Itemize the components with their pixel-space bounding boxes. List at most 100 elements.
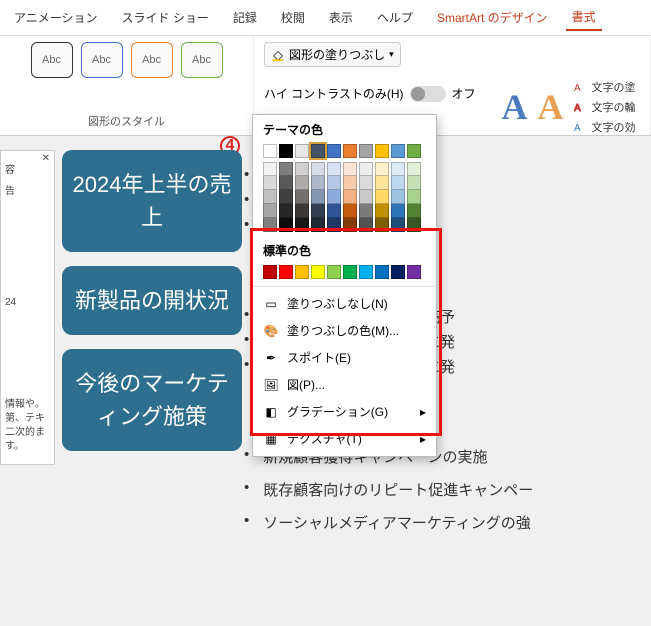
theme-swatch[interactable] bbox=[359, 144, 373, 158]
shade-swatch[interactable] bbox=[359, 176, 373, 190]
shade-swatch[interactable] bbox=[359, 204, 373, 218]
tab-slideshow[interactable]: スライド ショー bbox=[116, 5, 215, 30]
standard-swatch[interactable] bbox=[263, 265, 277, 279]
shade-swatch[interactable] bbox=[295, 218, 309, 232]
standard-swatch[interactable] bbox=[375, 265, 389, 279]
shade-swatch[interactable] bbox=[327, 162, 341, 176]
tab-record[interactable]: 記録 bbox=[227, 5, 263, 30]
shape-style-3[interactable]: Abc bbox=[131, 42, 173, 78]
gradient-item[interactable]: ◧グラデーション(G)▸ bbox=[253, 398, 436, 425]
shade-swatch[interactable] bbox=[375, 218, 389, 232]
shade-swatch[interactable] bbox=[375, 204, 389, 218]
tab-help[interactable]: ヘルプ bbox=[371, 5, 419, 30]
tab-animation[interactable]: アニメーション bbox=[8, 5, 104, 30]
smartart-item-1[interactable]: 2024年上半の売上 bbox=[62, 150, 242, 252]
smartart-item-3[interactable]: 今後のマーケティング施策 bbox=[62, 349, 242, 451]
text-outline-button[interactable]: A文字の輪 bbox=[574, 99, 636, 115]
shade-swatch[interactable] bbox=[343, 176, 357, 190]
shade-swatch[interactable] bbox=[327, 204, 341, 218]
wordart-style-a2[interactable]: A bbox=[538, 86, 564, 128]
theme-swatch[interactable] bbox=[343, 144, 357, 158]
shade-swatch[interactable] bbox=[279, 162, 293, 176]
shade-swatch[interactable] bbox=[359, 162, 373, 176]
picture-fill-item[interactable]: 🖼図(P)... bbox=[253, 371, 436, 398]
standard-swatch[interactable] bbox=[295, 265, 309, 279]
shade-swatch[interactable] bbox=[407, 190, 421, 204]
shade-swatch[interactable] bbox=[343, 162, 357, 176]
shade-swatch[interactable] bbox=[407, 162, 421, 176]
standard-swatch[interactable] bbox=[279, 265, 293, 279]
theme-swatch[interactable] bbox=[407, 144, 421, 158]
eyedropper-item[interactable]: ✒スポイト(E) bbox=[253, 344, 436, 371]
texture-item[interactable]: ▦テクスチャ(T)▸ bbox=[253, 425, 436, 452]
shade-swatch[interactable] bbox=[407, 218, 421, 232]
high-contrast-toggle[interactable] bbox=[410, 86, 446, 102]
shade-swatch[interactable] bbox=[263, 190, 277, 204]
shade-swatch[interactable] bbox=[263, 204, 277, 218]
shape-style-4[interactable]: Abc bbox=[181, 42, 223, 78]
tab-view[interactable]: 表示 bbox=[323, 5, 359, 30]
shade-swatch[interactable] bbox=[311, 176, 325, 190]
shade-swatch[interactable] bbox=[407, 204, 421, 218]
shade-swatch[interactable] bbox=[279, 204, 293, 218]
smartart-item-2[interactable]: 新製品の開状況 bbox=[62, 266, 242, 335]
wordart-style-a1[interactable]: A bbox=[502, 86, 528, 128]
standard-swatch[interactable] bbox=[327, 265, 341, 279]
shade-swatch[interactable] bbox=[375, 190, 389, 204]
standard-swatch[interactable] bbox=[311, 265, 325, 279]
shade-swatch[interactable] bbox=[279, 218, 293, 232]
shade-swatch[interactable] bbox=[311, 204, 325, 218]
tab-review[interactable]: 校閲 bbox=[275, 5, 311, 30]
shade-swatch[interactable] bbox=[295, 176, 309, 190]
standard-swatch[interactable] bbox=[343, 265, 357, 279]
shade-swatch[interactable] bbox=[391, 176, 405, 190]
shade-swatch[interactable] bbox=[295, 190, 309, 204]
text-fill-button[interactable]: A文字の塗 bbox=[574, 79, 636, 95]
more-colors-item[interactable]: 🎨塗りつぶしの色(M)... bbox=[253, 317, 436, 344]
shade-swatch[interactable] bbox=[263, 176, 277, 190]
tab-smartart-design[interactable]: SmartArt のデザイン bbox=[431, 5, 554, 30]
shade-swatch[interactable] bbox=[327, 190, 341, 204]
shade-swatch[interactable] bbox=[391, 218, 405, 232]
theme-swatch[interactable] bbox=[279, 144, 293, 158]
shade-swatch[interactable] bbox=[359, 190, 373, 204]
smartart-container[interactable]: 2024年上半の売上 新製品の開状況 今後のマーケティング施策 bbox=[62, 150, 242, 465]
shade-swatch[interactable] bbox=[391, 162, 405, 176]
theme-swatch[interactable] bbox=[263, 144, 277, 158]
shade-swatch[interactable] bbox=[327, 176, 341, 190]
shade-swatch[interactable] bbox=[359, 218, 373, 232]
shade-swatch[interactable] bbox=[391, 190, 405, 204]
shade-swatch[interactable] bbox=[311, 162, 325, 176]
shade-swatch[interactable] bbox=[263, 162, 277, 176]
shade-swatch[interactable] bbox=[375, 176, 389, 190]
tab-format[interactable]: 書式 bbox=[566, 4, 602, 31]
shade-swatch[interactable] bbox=[391, 204, 405, 218]
shade-swatch[interactable] bbox=[279, 176, 293, 190]
close-icon[interactable]: ✕ bbox=[42, 153, 50, 164]
shade-swatch[interactable] bbox=[407, 176, 421, 190]
shade-swatch[interactable] bbox=[343, 190, 357, 204]
shade-swatch[interactable] bbox=[311, 190, 325, 204]
shade-swatch[interactable] bbox=[343, 218, 357, 232]
shade-swatch[interactable] bbox=[263, 218, 277, 232]
standard-swatch[interactable] bbox=[359, 265, 373, 279]
theme-swatch[interactable] bbox=[391, 144, 405, 158]
shape-style-1[interactable]: Abc bbox=[31, 42, 73, 78]
shade-swatch[interactable] bbox=[375, 162, 389, 176]
shade-swatch[interactable] bbox=[327, 218, 341, 232]
text-effects-button[interactable]: A文字の効 bbox=[574, 119, 636, 135]
theme-swatch[interactable] bbox=[311, 144, 325, 158]
shade-swatch[interactable] bbox=[295, 204, 309, 218]
standard-swatch[interactable] bbox=[391, 265, 405, 279]
shape-fill-button[interactable]: 図形の塗りつぶし ▾ bbox=[264, 42, 401, 67]
shade-swatch[interactable] bbox=[295, 162, 309, 176]
shade-swatch[interactable] bbox=[343, 204, 357, 218]
shape-style-2[interactable]: Abc bbox=[81, 42, 123, 78]
shade-swatch[interactable] bbox=[279, 190, 293, 204]
theme-swatch[interactable] bbox=[327, 144, 341, 158]
theme-swatch[interactable] bbox=[295, 144, 309, 158]
theme-swatch[interactable] bbox=[375, 144, 389, 158]
no-fill-item[interactable]: ▭塗りつぶしなし(N) bbox=[253, 290, 436, 317]
shade-swatch[interactable] bbox=[311, 218, 325, 232]
standard-swatch[interactable] bbox=[407, 265, 421, 279]
